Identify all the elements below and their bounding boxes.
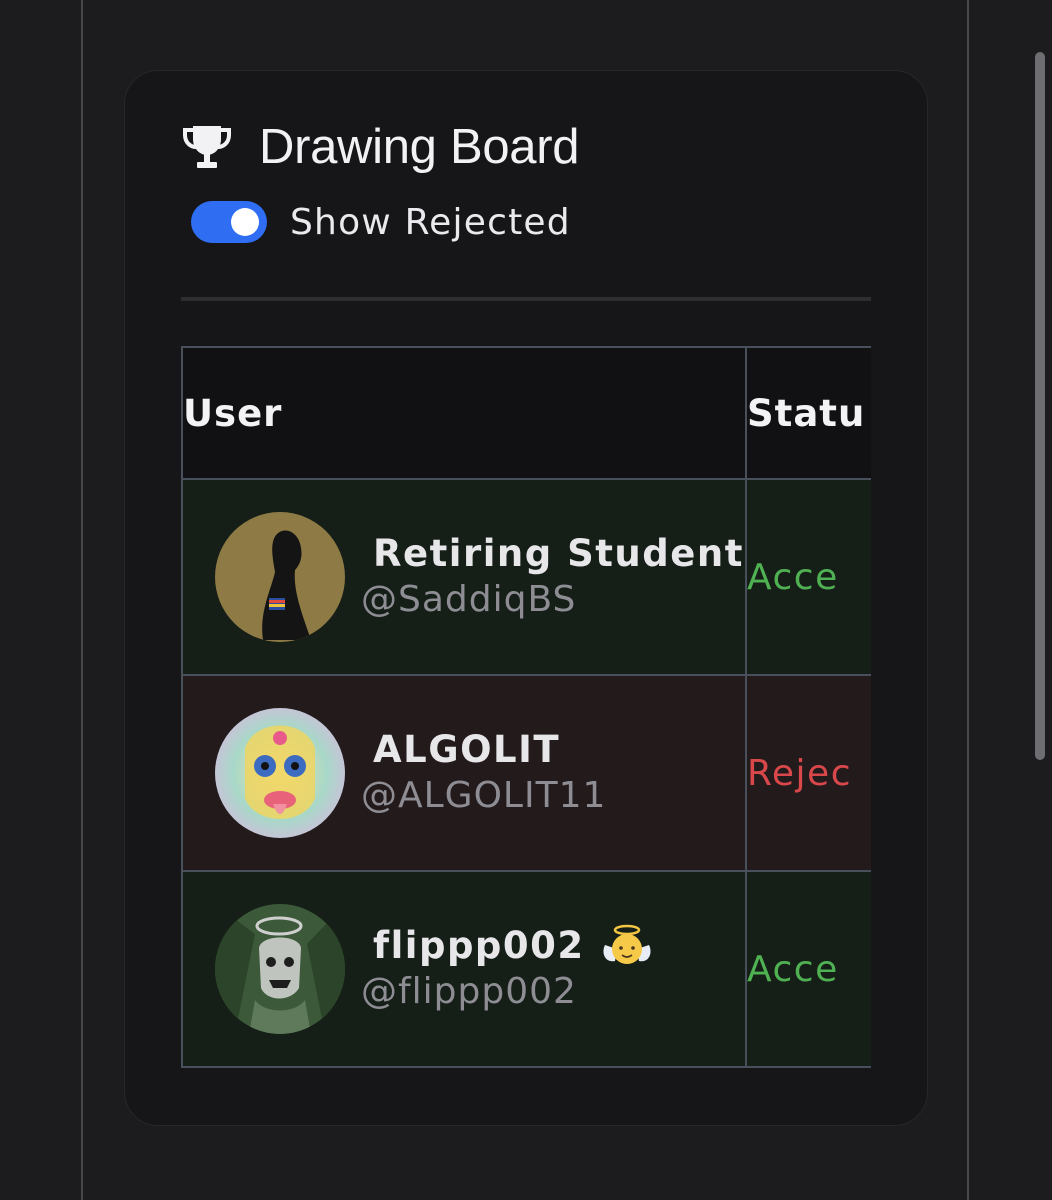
card-title: Drawing Board <box>259 120 580 174</box>
avatar[interactable] <box>215 904 345 1034</box>
scrollbar[interactable] <box>1035 52 1045 760</box>
display-name-text: flippp002 <box>373 924 585 967</box>
show-rejected-toggle[interactable] <box>191 201 267 243</box>
card-header: Drawing Board <box>181 117 580 177</box>
user-cell: flippp002 @flippp002 <box>181 870 747 1068</box>
table-row: ALGOLIT @ALGOLIT11 Rejec <box>181 674 871 872</box>
trophy-icon <box>181 123 233 171</box>
table-row: Retiring Student @SaddiqBS Acce <box>181 478 871 676</box>
right-border-line <box>967 0 969 1200</box>
column-header-user: User <box>181 346 747 480</box>
user-handle[interactable]: @SaddiqBS <box>361 577 744 623</box>
avatar[interactable] <box>215 512 345 642</box>
user-handle[interactable]: @ALGOLIT11 <box>361 773 606 819</box>
drawing-board-card: Drawing Board Show Rejected User Statu R… <box>124 70 928 1126</box>
display-name: ALGOLIT <box>373 728 561 771</box>
table-row: flippp002 @flippp002 Acce <box>181 870 871 1068</box>
show-rejected-label: Show Rejected <box>290 201 571 243</box>
status-cell: Rejec <box>745 674 871 872</box>
column-header-status: Statu <box>745 346 871 480</box>
status-cell: Acce <box>745 870 871 1068</box>
user-handle[interactable]: @flippp002 <box>361 969 653 1015</box>
display-name: flippp002 <box>373 923 653 969</box>
left-border-line <box>81 0 83 1200</box>
angel-baby-icon <box>601 923 653 969</box>
display-name: Retiring Student <box>373 532 744 575</box>
user-cell: ALGOLIT @ALGOLIT11 <box>181 674 747 872</box>
page: Drawing Board Show Rejected User Statu R… <box>0 0 1052 1200</box>
show-rejected-row: Show Rejected <box>191 199 571 245</box>
divider <box>181 297 871 301</box>
submissions-table-container[interactable]: User Statu Retiring Student @SaddiqBS Ac… <box>181 346 871 1071</box>
avatar[interactable] <box>215 708 345 838</box>
status-cell: Acce <box>745 478 871 676</box>
submissions-table: User Statu Retiring Student @SaddiqBS Ac… <box>181 346 871 1068</box>
table-header-row: User Statu <box>181 346 871 480</box>
toggle-knob <box>231 208 259 236</box>
user-cell: Retiring Student @SaddiqBS <box>181 478 747 676</box>
